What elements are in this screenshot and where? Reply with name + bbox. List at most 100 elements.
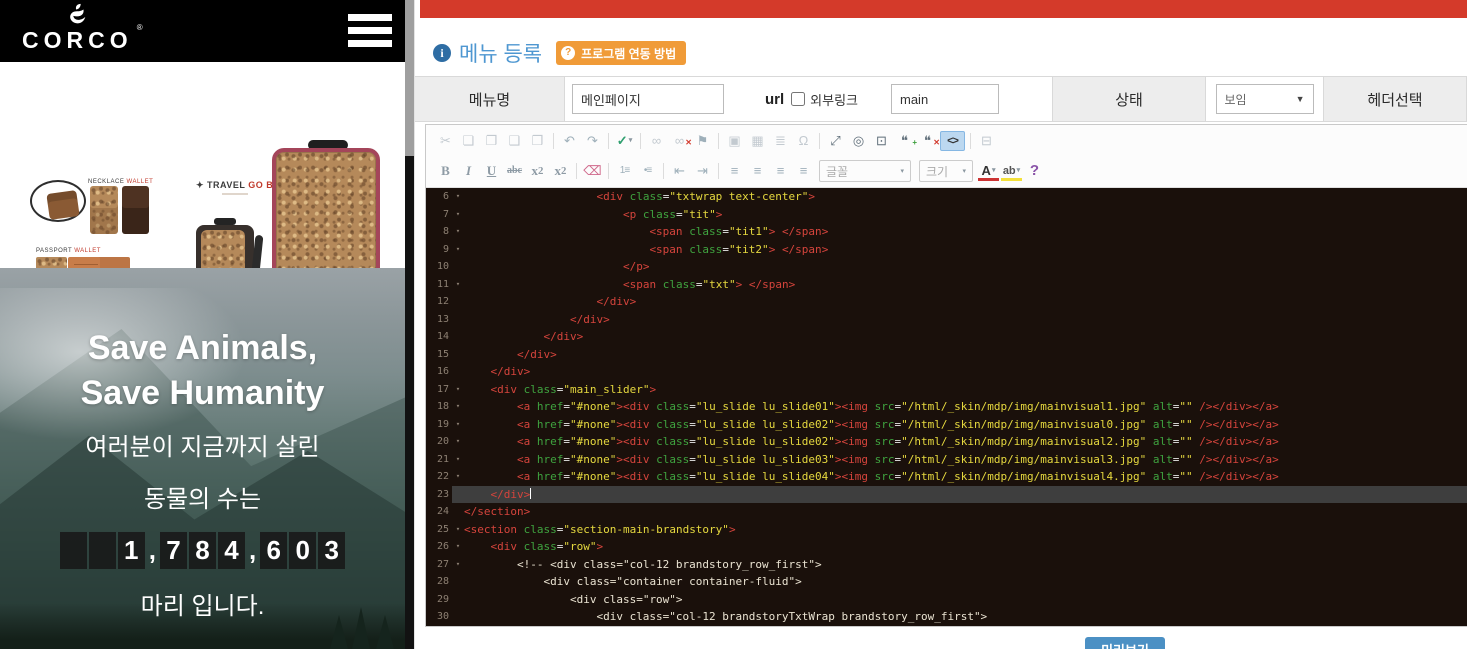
fold-arrow-icon[interactable]: ▾ [452,433,464,451]
fold-arrow-icon[interactable]: ▾ [452,188,464,206]
indent-icon[interactable]: ⇥ [692,161,713,181]
menu-name-input[interactable] [572,84,724,114]
find-icon[interactable]: ◎ [848,131,869,151]
program-link-help-button[interactable]: ? 프로그램 연동 방법 [556,41,686,65]
align-left-icon[interactable]: ≡ [724,161,745,181]
paste-word-icon[interactable]: ❒ [527,131,548,151]
counter-digit: 4 [218,532,245,569]
code-line[interactable]: 25▾<section class="section-main-brandsto… [426,521,1467,539]
font-select[interactable]: 글꼴▾ [819,160,911,182]
link-icon[interactable]: ∞ [646,131,667,151]
fold-arrow-icon[interactable]: ▾ [452,416,464,434]
subscript-icon[interactable]: x2 [527,161,548,181]
code-line[interactable]: 22▾ <a href="#none"><div class="lu_slide… [426,468,1467,486]
align-right-icon[interactable]: ≡ [770,161,791,181]
select-all-icon[interactable]: ⊡ [871,131,892,151]
external-link-checkbox[interactable] [791,92,805,106]
status-select[interactable]: 보임 ▼ [1216,84,1314,114]
preview-scrollbar[interactable] [405,0,414,649]
code-line[interactable]: 27▾ <!-- <div class="col-12 brandstory_r… [426,556,1467,574]
header-select-label: 헤더선택 [1323,77,1467,121]
fold-arrow-icon[interactable]: ▾ [452,276,464,294]
code-line[interactable]: 17▾ <div class="main_slider"> [426,381,1467,399]
fold-arrow-icon[interactable]: ▾ [452,223,464,241]
placeholder-remove-icon[interactable]: ❝✕ [917,131,938,151]
bold-icon[interactable]: B [435,161,456,181]
underline-icon[interactable]: U [481,161,502,181]
copy-icon[interactable]: ❏ [458,131,479,151]
source-icon[interactable]: <> [940,131,965,151]
code-line[interactable]: 23 </div> [426,486,1467,504]
fold-arrow-icon[interactable]: ▾ [452,521,464,539]
fold-arrow-icon[interactable]: ▾ [452,538,464,556]
code-line[interactable]: 18▾ <a href="#none"><div class="lu_slide… [426,398,1467,416]
code-line[interactable]: 29 <div class="row"> [426,591,1467,609]
horizontal-line-icon[interactable]: ≣ [770,131,791,151]
code-line[interactable]: 14 </div> [426,328,1467,346]
paste-icon[interactable]: ❐ [481,131,502,151]
fold-arrow-icon[interactable]: ▾ [452,241,464,259]
placeholder-add-icon[interactable]: ❝+ [894,131,915,151]
cut-icon[interactable]: ✂ [435,131,456,151]
numbered-list-icon[interactable]: 1≡ [614,161,635,181]
undo-icon[interactable]: ↶ [559,131,580,151]
image-icon[interactable]: ▣ [724,131,745,151]
text-color-icon[interactable]: A▾ [978,161,999,181]
preview-save-button[interactable]: 미리보기 [1085,637,1165,649]
code-line[interactable]: 12 </div> [426,293,1467,311]
url-input[interactable] [891,84,999,114]
code-line[interactable]: 13 </div> [426,311,1467,329]
special-char-icon[interactable]: Ω [793,131,814,151]
fold-arrow-icon[interactable]: ▾ [452,206,464,224]
print-icon[interactable]: ⊟ [976,131,997,151]
about-icon[interactable]: ? [1024,161,1045,181]
fold-arrow-icon [452,363,464,381]
source-code-area[interactable]: 6▾ <div class="txtwrap text-center">7▾ <… [426,188,1467,626]
bg-color-icon[interactable]: ab▾ [1001,161,1022,181]
unlink-icon[interactable]: ∞✕ [669,131,690,151]
backpack-strap [249,235,264,268]
code-line[interactable]: 11▾ <span class="txt"> </span> [426,276,1467,294]
italic-icon[interactable]: I [458,161,479,181]
status-cell: 보임 ▼ [1206,77,1323,121]
code-line[interactable]: 21▾ <a href="#none"><div class="lu_slide… [426,451,1467,469]
align-center-icon[interactable]: ≡ [747,161,768,181]
maximize-icon[interactable]: ⤢ [825,131,846,151]
code-line[interactable]: 9▾ <span class="tit2"> </span> [426,241,1467,259]
code-line[interactable]: 30 <div class="col-12 brandstoryTxtWrap … [426,608,1467,626]
paste-text-icon[interactable]: ❑ [504,131,525,151]
code-line[interactable]: 10 </p> [426,258,1467,276]
table-icon[interactable]: ▦ [747,131,768,151]
superscript-icon[interactable]: x2 [550,161,571,181]
fold-arrow-icon[interactable]: ▾ [452,468,464,486]
code-line[interactable]: 24</section> [426,503,1467,521]
fold-arrow-icon[interactable]: ▾ [452,398,464,416]
code-line[interactable]: 7▾ <p class="tit"> [426,206,1467,224]
code-line[interactable]: 15 </div> [426,346,1467,364]
external-link-label: 외부링크 [810,90,858,109]
admin-panel: i 메뉴 등록 ? 프로그램 연동 방법 메뉴명 url 외부링크 상태 [414,0,1467,649]
code-line[interactable]: 19▾ <a href="#none"><div class="lu_slide… [426,416,1467,434]
toolbar-separator [640,133,641,149]
site-logo[interactable]: CORCO ® [22,3,133,53]
code-line[interactable]: 6▾ <div class="txtwrap text-center"> [426,188,1467,206]
anchor-flag-icon[interactable]: ⚑ [692,131,713,151]
hamburger-menu-icon[interactable] [348,14,392,47]
bullet-list-icon[interactable]: •≡ [637,161,658,181]
redo-icon[interactable]: ↷ [582,131,603,151]
outdent-icon[interactable]: ⇤ [669,161,690,181]
code-line[interactable]: 8▾ <span class="tit1"> </span> [426,223,1467,241]
align-justify-icon[interactable]: ≡ [793,161,814,181]
code-line[interactable]: 16 </div> [426,363,1467,381]
fold-arrow-icon[interactable]: ▾ [452,381,464,399]
code-line[interactable]: 20▾ <a href="#none"><div class="lu_slide… [426,433,1467,451]
fold-arrow-icon[interactable]: ▾ [452,556,464,574]
strikethrough-icon[interactable]: abc [504,161,525,181]
code-line[interactable]: 28 <div class="container container-fluid… [426,573,1467,591]
code-line[interactable]: 26▾ <div class="row"> [426,538,1467,556]
size-select[interactable]: 크기▾ [919,160,973,182]
remove-format-icon[interactable]: ⌫ [582,161,603,181]
fold-arrow-icon[interactable]: ▾ [452,451,464,469]
spellcheck-icon[interactable]: ✓▾ [614,131,635,151]
preview-scrollbar-thumb[interactable] [405,0,414,156]
